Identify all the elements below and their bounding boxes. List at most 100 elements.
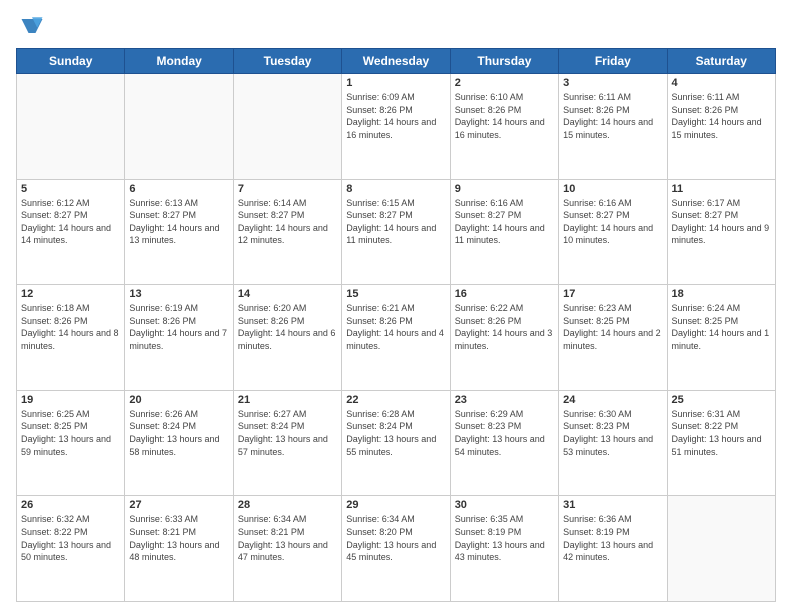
calendar-cell: 20 Sunrise: 6:26 AMSunset: 8:24 PMDayligh… [125,390,233,496]
day-number: 11 [672,183,771,195]
day-info: Sunrise: 6:27 AMSunset: 8:24 PMDaylight:… [238,408,337,458]
day-number: 13 [129,288,228,300]
day-info: Sunrise: 6:31 AMSunset: 8:22 PMDaylight:… [672,408,771,458]
calendar-cell: 31 Sunrise: 6:36 AMSunset: 8:19 PMDayligh… [559,496,667,602]
day-info: Sunrise: 6:20 AMSunset: 8:26 PMDaylight:… [238,302,337,352]
day-number: 23 [455,394,554,406]
day-number: 21 [238,394,337,406]
day-info: Sunrise: 6:24 AMSunset: 8:25 PMDaylight:… [672,302,771,352]
day-number: 20 [129,394,228,406]
day-number: 30 [455,499,554,511]
day-number: 25 [672,394,771,406]
day-info: Sunrise: 6:22 AMSunset: 8:26 PMDaylight:… [455,302,554,352]
day-number: 17 [563,288,662,300]
calendar-cell [667,496,775,602]
day-number: 5 [21,183,120,195]
calendar-cell: 18 Sunrise: 6:24 AMSunset: 8:25 PMDayligh… [667,285,775,391]
calendar-cell: 1 Sunrise: 6:09 AMSunset: 8:26 PMDaylight… [342,74,450,180]
day-info: Sunrise: 6:09 AMSunset: 8:26 PMDaylight:… [346,91,445,141]
calendar-cell [17,74,125,180]
day-info: Sunrise: 6:34 AMSunset: 8:20 PMDaylight:… [346,513,445,563]
day-number: 14 [238,288,337,300]
day-info: Sunrise: 6:17 AMSunset: 8:27 PMDaylight:… [672,197,771,247]
day-number: 29 [346,499,445,511]
calendar-cell: 25 Sunrise: 6:31 AMSunset: 8:22 PMDayligh… [667,390,775,496]
day-number: 22 [346,394,445,406]
day-info: Sunrise: 6:19 AMSunset: 8:26 PMDaylight:… [129,302,228,352]
day-info: Sunrise: 6:10 AMSunset: 8:26 PMDaylight:… [455,91,554,141]
calendar-cell [233,74,341,180]
calendar-cell: 4Sunrise: 6:11 AMSunset: 8:26 PMDaylight… [667,74,775,180]
calendar-cell: 7 Sunrise: 6:14 AMSunset: 8:27 PMDaylight… [233,179,341,285]
day-number: 7 [238,183,337,195]
calendar-cell: 30 Sunrise: 6:35 AMSunset: 8:19 PMDayligh… [450,496,558,602]
day-info: Sunrise: 6:11 AMSunset: 8:26 PMDaylight:… [563,91,662,141]
weekday-header-thursday: Thursday [450,49,558,74]
day-number: 4 [672,77,771,89]
day-number: 28 [238,499,337,511]
day-number: 12 [21,288,120,300]
day-number: 31 [563,499,662,511]
calendar-cell: 12Sunrise: 6:18 AMSunset: 8:26 PMDayligh… [17,285,125,391]
day-info: Sunrise: 6:13 AMSunset: 8:27 PMDaylight:… [129,197,228,247]
logo [16,12,46,40]
calendar-week-5: 26 Sunrise: 6:32 AMSunset: 8:22 PMDayligh… [17,496,776,602]
day-number: 27 [129,499,228,511]
calendar-cell: 23 Sunrise: 6:29 AMSunset: 8:23 PMDayligh… [450,390,558,496]
calendar-table: SundayMondayTuesdayWednesdayThursdayFrid… [16,48,776,602]
day-number: 15 [346,288,445,300]
day-number: 24 [563,394,662,406]
day-number: 8 [346,183,445,195]
calendar-cell: 13 Sunrise: 6:19 AMSunset: 8:26 PMDayligh… [125,285,233,391]
day-info: Sunrise: 6:36 AMSunset: 8:19 PMDaylight:… [563,513,662,563]
day-info: Sunrise: 6:14 AMSunset: 8:27 PMDaylight:… [238,197,337,247]
weekday-header-friday: Friday [559,49,667,74]
calendar-cell: 9 Sunrise: 6:16 AMSunset: 8:27 PMDaylight… [450,179,558,285]
weekday-header-row: SundayMondayTuesdayWednesdayThursdayFrid… [17,49,776,74]
calendar-cell: 26 Sunrise: 6:32 AMSunset: 8:22 PMDayligh… [17,496,125,602]
weekday-header-monday: Monday [125,49,233,74]
calendar-cell: 28 Sunrise: 6:34 AMSunset: 8:21 PMDayligh… [233,496,341,602]
day-number: 9 [455,183,554,195]
calendar-week-2: 5 Sunrise: 6:12 AMSunset: 8:27 PMDaylight… [17,179,776,285]
day-info: Sunrise: 6:33 AMSunset: 8:21 PMDaylight:… [129,513,228,563]
day-info: Sunrise: 6:21 AMSunset: 8:26 PMDaylight:… [346,302,445,352]
calendar-week-4: 19Sunrise: 6:25 AMSunset: 8:25 PMDayligh… [17,390,776,496]
calendar-cell: 14 Sunrise: 6:20 AMSunset: 8:26 PMDayligh… [233,285,341,391]
day-number: 2 [455,77,554,89]
day-number: 3 [563,77,662,89]
weekday-header-wednesday: Wednesday [342,49,450,74]
day-info: Sunrise: 6:15 AMSunset: 8:27 PMDaylight:… [346,197,445,247]
day-number: 1 [346,77,445,89]
day-number: 10 [563,183,662,195]
calendar-cell: 15 Sunrise: 6:21 AMSunset: 8:26 PMDayligh… [342,285,450,391]
day-info: Sunrise: 6:34 AMSunset: 8:21 PMDaylight:… [238,513,337,563]
day-info: Sunrise: 6:26 AMSunset: 8:24 PMDaylight:… [129,408,228,458]
weekday-header-saturday: Saturday [667,49,775,74]
day-info: Sunrise: 6:29 AMSunset: 8:23 PMDaylight:… [455,408,554,458]
calendar-cell [125,74,233,180]
calendar-cell: 27 Sunrise: 6:33 AMSunset: 8:21 PMDayligh… [125,496,233,602]
day-info: Sunrise: 6:23 AMSunset: 8:25 PMDaylight:… [563,302,662,352]
calendar-cell: 11 Sunrise: 6:17 AMSunset: 8:27 PMDayligh… [667,179,775,285]
day-number: 16 [455,288,554,300]
calendar-cell: 2 Sunrise: 6:10 AMSunset: 8:26 PMDaylight… [450,74,558,180]
day-info: Sunrise: 6:32 AMSunset: 8:22 PMDaylight:… [21,513,120,563]
calendar-cell: 21 Sunrise: 6:27 AMSunset: 8:24 PMDayligh… [233,390,341,496]
day-number: 18 [672,288,771,300]
header [16,12,776,40]
day-number: 26 [21,499,120,511]
calendar-cell: 5 Sunrise: 6:12 AMSunset: 8:27 PMDaylight… [17,179,125,285]
calendar-cell: 10 Sunrise: 6:16 AMSunset: 8:27 PMDayligh… [559,179,667,285]
day-info: Sunrise: 6:16 AMSunset: 8:27 PMDaylight:… [455,197,554,247]
calendar-week-1: 1 Sunrise: 6:09 AMSunset: 8:26 PMDaylight… [17,74,776,180]
day-info: Sunrise: 6:12 AMSunset: 8:27 PMDaylight:… [21,197,120,247]
calendar-cell: 8 Sunrise: 6:15 AMSunset: 8:27 PMDaylight… [342,179,450,285]
day-info: Sunrise: 6:35 AMSunset: 8:19 PMDaylight:… [455,513,554,563]
calendar-cell: 16 Sunrise: 6:22 AMSunset: 8:26 PMDayligh… [450,285,558,391]
day-info: Sunrise: 6:16 AMSunset: 8:27 PMDaylight:… [563,197,662,247]
day-number: 6 [129,183,228,195]
calendar-cell: 17 Sunrise: 6:23 AMSunset: 8:25 PMDayligh… [559,285,667,391]
day-info: Sunrise: 6:30 AMSunset: 8:23 PMDaylight:… [563,408,662,458]
day-info: Sunrise: 6:25 AMSunset: 8:25 PMDaylight:… [21,408,120,458]
